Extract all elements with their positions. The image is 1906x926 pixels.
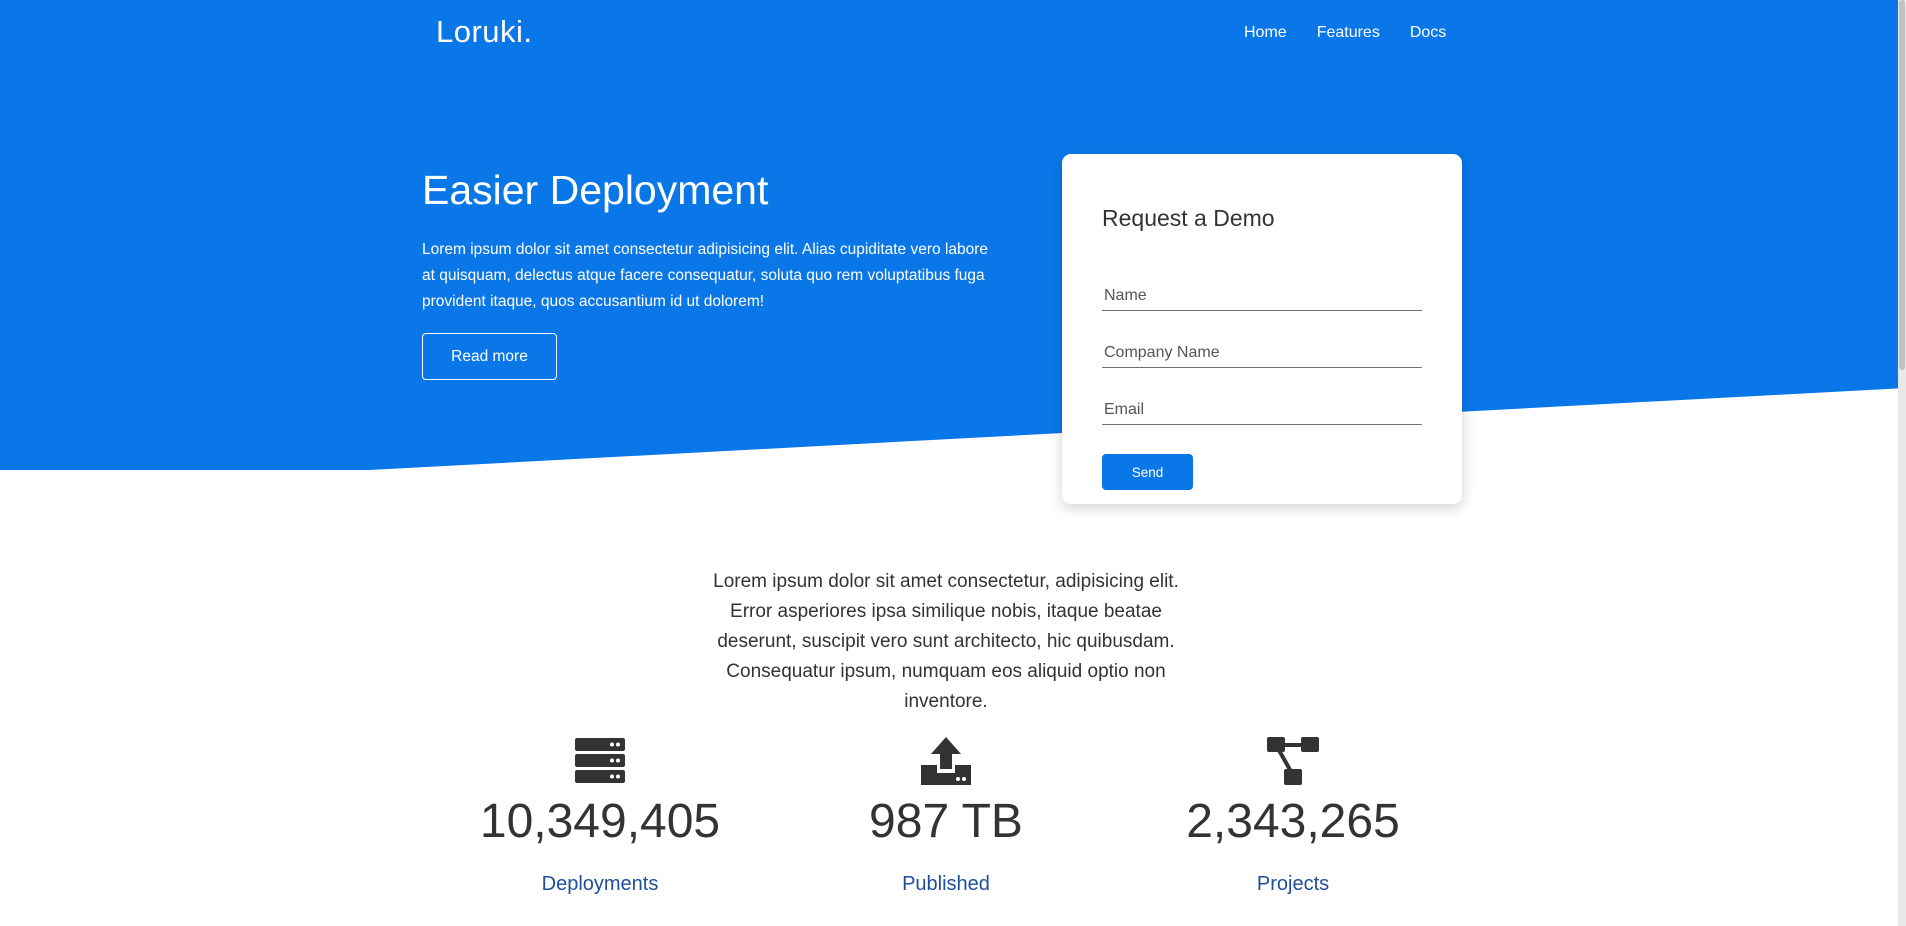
hero-background [0, 0, 1906, 470]
intro-text: Lorem ipsum dolor sit amet consectetur, … [713, 571, 1179, 712]
project-diagram-icon [1267, 737, 1319, 785]
nav-features-link[interactable]: Features [1317, 24, 1380, 42]
vertical-scrollbar[interactable] [1898, 0, 1906, 926]
logo[interactable]: Loruki. [436, 14, 533, 50]
stat-label: Published [902, 873, 990, 895]
name-input[interactable] [1102, 281, 1422, 311]
hero-title: Easier Deployment [422, 167, 769, 213]
stat-value: 987 TB [869, 795, 1023, 848]
stat-projects: 2,343,265 Projects [1143, 735, 1443, 896]
stat-label: Projects [1256, 873, 1330, 895]
stat-label: Deployments [541, 873, 659, 895]
request-demo-card: Request a Demo Send [1062, 154, 1462, 504]
nav-home-link[interactable]: Home [1244, 24, 1287, 42]
email-input[interactable] [1102, 395, 1422, 425]
nav-docs-link[interactable]: Docs [1410, 24, 1446, 42]
stat-value: 10,349,405 [479, 795, 721, 848]
page: Loruki. Home Features Docs Easier Deploy… [0, 0, 1906, 926]
stat-published: 987 TB Published [796, 735, 1096, 896]
hero-description: Lorem ipsum dolor sit amet consectetur a… [422, 241, 989, 310]
upload-icon [921, 737, 971, 785]
send-button[interactable]: Send [1102, 454, 1193, 490]
company-name-input[interactable] [1102, 338, 1422, 368]
main-nav: Home Features Docs [1244, 24, 1446, 42]
stat-value: 2,343,265 [1186, 795, 1400, 848]
stat-deployments: 10,349,405 Deployments [450, 735, 750, 896]
request-demo-title: Request a Demo [1102, 205, 1275, 231]
server-icon [575, 738, 625, 783]
read-more-button[interactable]: Read more [422, 333, 557, 380]
scrollbar-thumb[interactable] [1899, 0, 1905, 370]
